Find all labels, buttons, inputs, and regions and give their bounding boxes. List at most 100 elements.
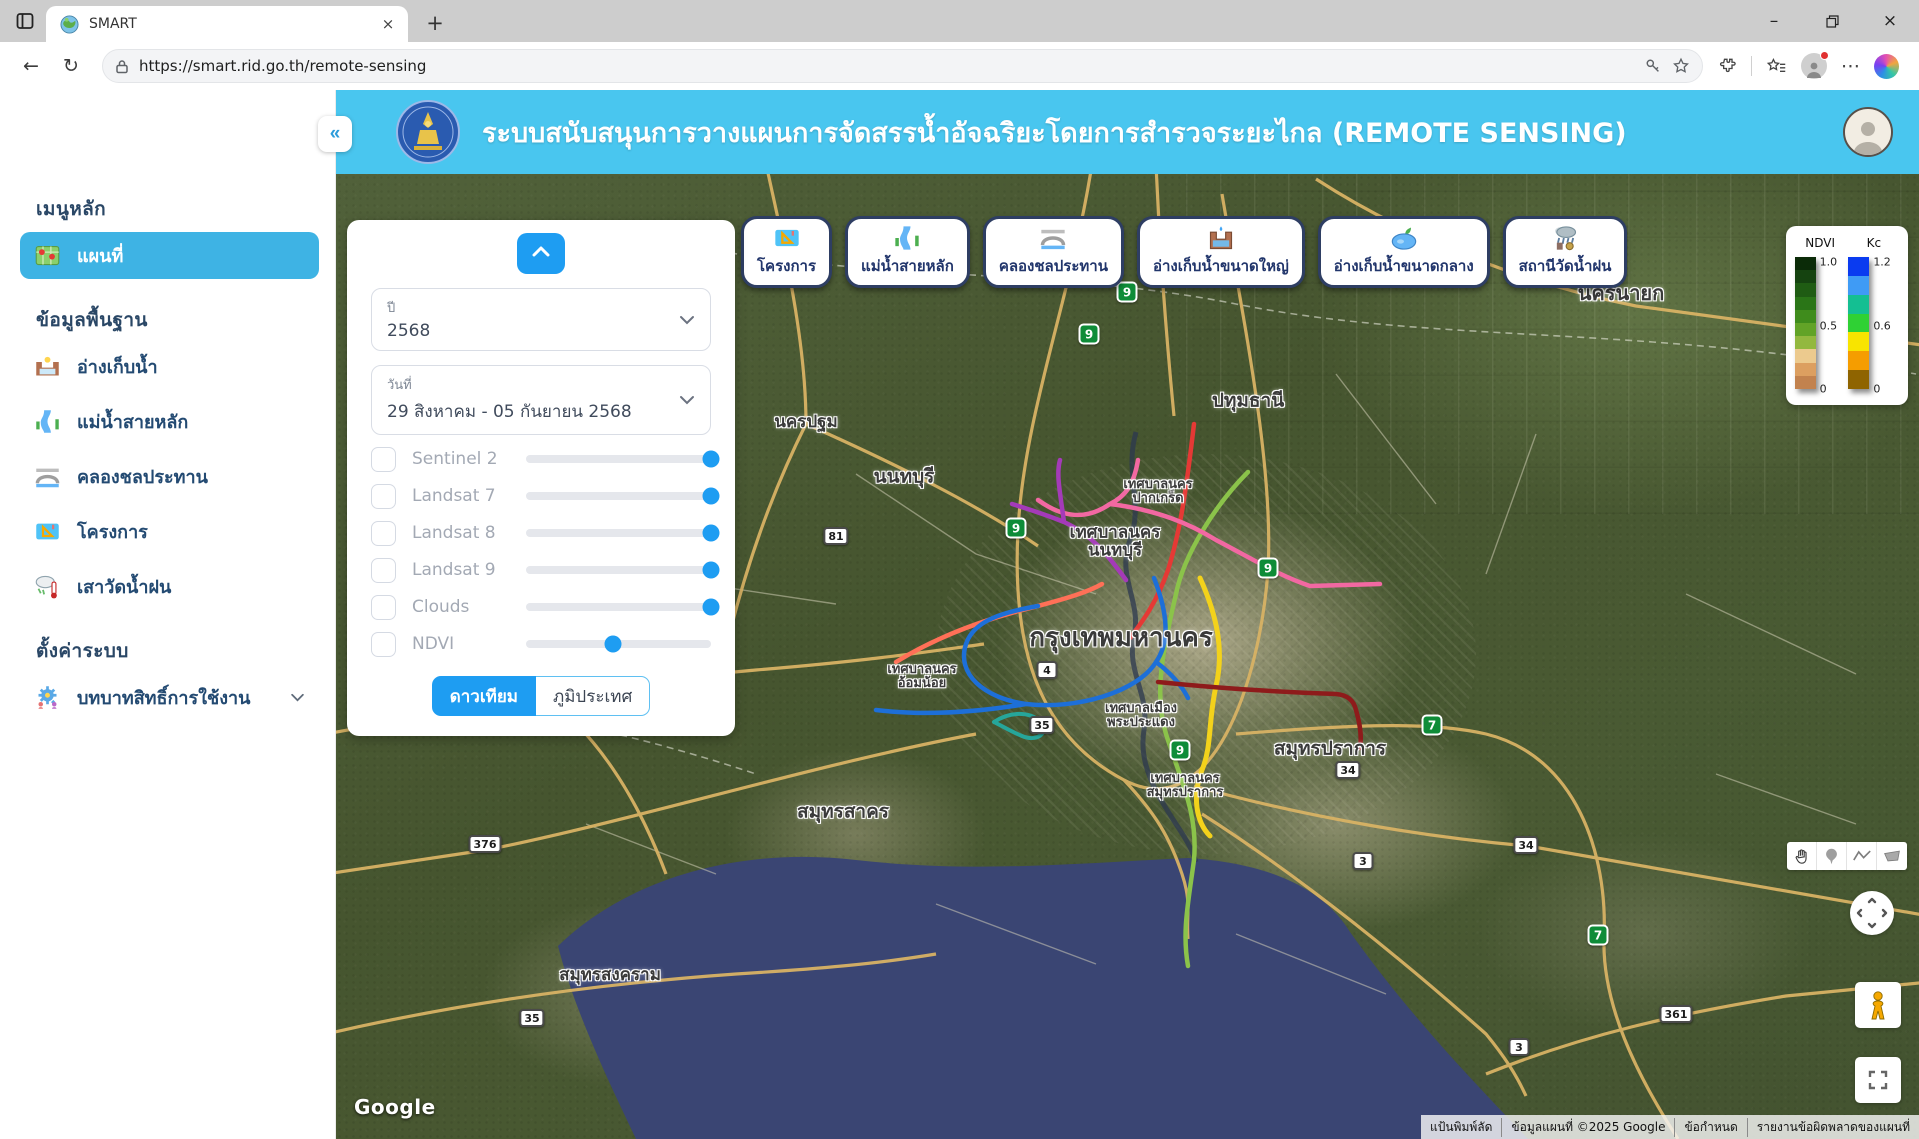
- transit-line-purple: [1012, 460, 1126, 580]
- sidebar-item-reservoir[interactable]: อ่างเก็บน้ำ: [20, 343, 319, 390]
- date-range-select[interactable]: วันที่ 29 สิงหาคม - 05 กันยายน 2568: [371, 365, 711, 435]
- road-shield: 35: [519, 1009, 544, 1027]
- river-icon: [34, 408, 61, 435]
- new-tab-button[interactable]: +: [422, 10, 448, 36]
- keyboard-shortcuts-link[interactable]: แป้นพิมพ์ลัด: [1421, 1118, 1501, 1137]
- sidebar-item-river[interactable]: แม่น้ำสายหลัก: [20, 398, 319, 445]
- road-shield: 376: [469, 835, 502, 853]
- pan-hand-button[interactable]: [1787, 842, 1817, 870]
- window-minimize-button[interactable]: –: [1745, 0, 1803, 42]
- map-place-label: เทศบาลเมือง พระประแดง: [1105, 702, 1177, 730]
- slider-handle[interactable]: [703, 525, 720, 542]
- password-key-icon[interactable]: [1644, 57, 1662, 75]
- toolbar-divider: [1751, 56, 1752, 76]
- map-toolbar-button[interactable]: โครงการ: [741, 216, 832, 288]
- opacity-slider[interactable]: [526, 603, 711, 611]
- layer-checkbox[interactable]: [371, 521, 396, 546]
- road-shield: 4: [1037, 661, 1058, 679]
- user-avatar[interactable]: [1843, 107, 1893, 157]
- url-text: https://smart.rid.go.th/remote-sensing: [139, 57, 1634, 75]
- sidebar-item-roles[interactable]: บทบาทสิทธิ์การใช้งาน: [20, 674, 319, 721]
- lock-icon: [115, 59, 129, 74]
- basemap-button[interactable]: ภูมิประเทศ: [536, 676, 650, 716]
- rainpole-icon: [34, 573, 61, 600]
- extensions-puzzle-icon[interactable]: [1717, 56, 1737, 76]
- workspaces-icon[interactable]: [13, 9, 37, 33]
- chevron-down-icon: [290, 693, 305, 702]
- favorites-list-icon[interactable]: [1766, 57, 1787, 76]
- attribution-link[interactable]: ข้อกำหนด: [1674, 1118, 1746, 1137]
- panel-collapse-button[interactable]: [517, 233, 565, 274]
- layer-label: Sentinel 2: [412, 449, 518, 469]
- draw-polygon-button[interactable]: [1877, 842, 1907, 870]
- legend-title: NDVI: [1805, 236, 1835, 250]
- legend-ramp: NDVI1.00.50: [1795, 236, 1846, 389]
- layer-checkbox[interactable]: [371, 447, 396, 472]
- road-shield: 9: [1258, 558, 1279, 579]
- slider-handle[interactable]: [703, 488, 720, 505]
- sidebar-item-rainpole[interactable]: เสาวัดน้ำฝน: [20, 563, 319, 610]
- sidebar-section-title: ข้อมูลพื้นฐาน: [36, 305, 299, 335]
- map-toolbar-label: อ่างเก็บน้ำขนาดกลาง: [1334, 254, 1474, 278]
- sidebar-item-label: บทบาทสิทธิ์การใช้งาน: [77, 683, 250, 712]
- canal-icon: [1039, 224, 1067, 252]
- map-canvas[interactable]: นครนายกปทุมธานีนครปฐมนนทบุรีเทศบาลนคร ปา…: [336, 174, 1919, 1139]
- attribution-link[interactable]: รายงานข้อผิดพลาดของแผนที่: [1747, 1118, 1919, 1137]
- opacity-slider[interactable]: [526, 455, 711, 463]
- sidebar-item-label: อ่างเก็บน้ำ: [77, 352, 158, 381]
- sidebar-item-label: เสาวัดน้ำฝน: [77, 572, 171, 601]
- opacity-slider[interactable]: [526, 492, 711, 500]
- layer-checkbox[interactable]: [371, 632, 396, 657]
- slider-handle[interactable]: [703, 599, 720, 616]
- map-toolbar-button[interactable]: คลองชลประทาน: [983, 216, 1124, 288]
- refresh-button[interactable]: ↻: [54, 49, 88, 83]
- slider-handle[interactable]: [703, 451, 720, 468]
- sidebar-item-canal[interactable]: คลองชลประทาน: [20, 453, 319, 500]
- opacity-slider[interactable]: [526, 640, 711, 648]
- map-toolbar-button[interactable]: แม่น้ำสายหลัก: [845, 216, 970, 288]
- road-shield: 3: [1353, 852, 1374, 870]
- road-shield: 81: [823, 527, 848, 545]
- tab-close-icon[interactable]: ×: [378, 14, 398, 34]
- layer-checkbox[interactable]: [371, 558, 396, 583]
- layer-checkbox[interactable]: [371, 484, 396, 509]
- project-icon: [773, 224, 801, 252]
- slider-handle[interactable]: [604, 636, 621, 653]
- place-marker-button[interactable]: [1817, 842, 1847, 870]
- basemap-button[interactable]: ดาวเทียม: [432, 676, 536, 716]
- slider-handle[interactable]: [703, 562, 720, 579]
- map-attribution: แป้นพิมพ์ลัดข้อมูลแผนที่ ©2025 Googleข้อ…: [1421, 1115, 1919, 1139]
- attribution-link[interactable]: ข้อมูลแผนที่ ©2025 Google: [1501, 1118, 1674, 1137]
- back-button[interactable]: ←: [14, 49, 48, 83]
- copilot-icon[interactable]: [1874, 54, 1899, 79]
- window-close-button[interactable]: ×: [1861, 0, 1919, 42]
- map-place-label: นครปฐม: [774, 413, 838, 431]
- sidebar-item-map[interactable]: แผนที่: [20, 232, 319, 279]
- address-bar[interactable]: https://smart.rid.go.th/remote-sensing: [102, 49, 1703, 83]
- window-restore-button[interactable]: [1803, 0, 1861, 42]
- map-toolbar-button[interactable]: อ่างเก็บน้ำขนาดใหญ่: [1137, 216, 1305, 288]
- opacity-slider[interactable]: [526, 566, 711, 574]
- browser-profile-avatar[interactable]: [1801, 53, 1827, 79]
- fullscreen-button[interactable]: [1855, 1057, 1901, 1103]
- map-toolbar-label: อ่างเก็บน้ำขนาดใหญ่: [1153, 254, 1289, 278]
- sidebar-collapse-button[interactable]: «: [318, 116, 352, 152]
- favorite-star-icon[interactable]: [1672, 57, 1690, 75]
- map-toolbar-label: แม่น้ำสายหลัก: [861, 254, 954, 278]
- pegman-button[interactable]: [1855, 982, 1901, 1028]
- road-shield: 7: [1588, 925, 1609, 946]
- layer-row: NDVI: [371, 631, 711, 657]
- map-toolbar-button[interactable]: สถานีวัดน้ำฝน: [1503, 216, 1628, 288]
- browser-tab[interactable]: SMART ×: [46, 6, 408, 42]
- app-header: « ระบบสนับสนุนการวางแผนการจัดสรรน้ำอัจฉร…: [336, 90, 1919, 174]
- draw-polyline-button[interactable]: [1847, 842, 1877, 870]
- project-icon: [34, 518, 61, 545]
- opacity-slider[interactable]: [526, 529, 711, 537]
- layer-checkbox[interactable]: [371, 595, 396, 620]
- sidebar-item-project[interactable]: โครงการ: [20, 508, 319, 555]
- pan-control[interactable]: [1850, 891, 1894, 935]
- settings-more-icon[interactable]: ⋯: [1841, 55, 1860, 77]
- map-toolbar-button[interactable]: อ่างเก็บน้ำขนาดกลาง: [1318, 216, 1490, 288]
- year-select[interactable]: ปี 2568: [371, 288, 711, 351]
- color-ramp: [1795, 257, 1816, 389]
